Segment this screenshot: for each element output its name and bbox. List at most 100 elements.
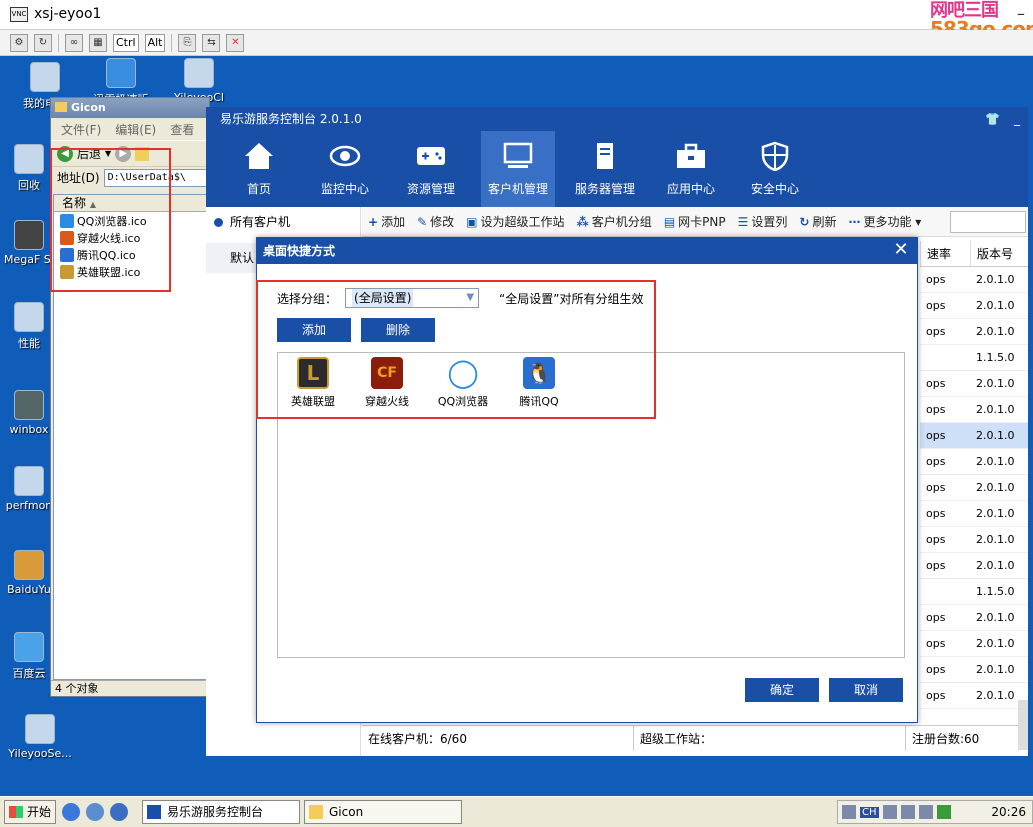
group-icon: ⁂: [576, 214, 589, 229]
options-icon[interactable]: ⚙: [10, 33, 28, 52]
start-button[interactable]: 开始: [4, 800, 56, 824]
clipboard-icon[interactable]: ⎘: [178, 33, 197, 52]
nic-pnp-button[interactable]: ▤ 网卡PNP: [664, 213, 726, 230]
refresh-icon[interactable]: ↻: [34, 33, 52, 52]
sidebar-item-all-clients[interactable]: 所有客户机: [206, 207, 360, 237]
column-header-rate[interactable]: 速率: [920, 241, 970, 266]
table-row[interactable]: ops 2.0.1.0: [920, 371, 1028, 397]
task-console[interactable]: 易乐游服务控制台: [142, 800, 300, 824]
table-row[interactable]: ops 2.0.1.0: [920, 553, 1028, 579]
explorer-titlebar: Gicon: [51, 98, 209, 118]
set-columns-button[interactable]: ☰ 设置列: [738, 213, 788, 230]
online-clients-status: 在线客户机：6/60: [362, 726, 634, 751]
console-title: 易乐游服务控制台 2.0.1.0: [220, 112, 362, 126]
scrollbar[interactable]: [1018, 700, 1028, 750]
desktop-icon-baiduyun[interactable]: 百度云: [6, 632, 52, 681]
nav-server[interactable]: 服务器管理: [568, 131, 642, 207]
cell-rate: ops: [926, 429, 946, 442]
dialog-titlebar: 桌面快捷方式 ✕: [257, 238, 917, 264]
desktop-icon-winbox[interactable]: winbox: [4, 390, 54, 436]
cell-rate: ops: [926, 507, 946, 520]
table-row[interactable]: ops 2.0.1.0: [920, 449, 1028, 475]
table-row[interactable]: ops 2.0.1.0: [920, 605, 1028, 631]
nav-app[interactable]: 应用中心: [658, 131, 724, 207]
folder-icon: [55, 102, 67, 112]
keyboard-icon[interactable]: ▦: [89, 33, 107, 52]
close-icon[interactable]: ✕: [891, 240, 911, 260]
refresh-button[interactable]: ↻ 刷新: [799, 213, 836, 230]
table-row[interactable]: ops 2.0.1.0: [920, 501, 1028, 527]
desktop-icon-recycle[interactable]: 回收: [6, 144, 52, 193]
windows-logo-icon: [9, 806, 23, 818]
cell-version: 2.0.1.0: [976, 429, 1015, 442]
pencil-icon: ✎: [417, 214, 428, 229]
add-button[interactable]: + 添加: [368, 213, 405, 230]
desktop-icon-perfmon[interactable]: perfmon: [4, 466, 54, 512]
tray-lang[interactable]: CH: [860, 806, 879, 818]
super-workstation-status: 超级工作站：: [634, 726, 906, 751]
table-row[interactable]: ops 2.0.1.0: [920, 657, 1028, 683]
cell-rate: ops: [926, 273, 946, 286]
table-row[interactable]: 1.1.5.0: [920, 579, 1028, 605]
table-row[interactable]: ops 2.0.1.0: [920, 267, 1028, 293]
tray-app-icon[interactable]: [842, 805, 856, 819]
desktop-icon-baiduyun-setup[interactable]: BaiduYu: [4, 550, 54, 596]
edit-button[interactable]: ✎ 修改: [417, 213, 454, 230]
nav-client[interactable]: 客户机管理: [481, 131, 555, 207]
tray-battery-icon[interactable]: [936, 805, 951, 819]
table-row[interactable]: ops 2.0.1.0: [920, 423, 1028, 449]
table-row[interactable]: ops 2.0.1.0: [920, 475, 1028, 501]
ctrl-key-button[interactable]: Ctrl: [113, 33, 139, 52]
search-input[interactable]: [950, 211, 1026, 233]
cell-rate: ops: [926, 533, 946, 546]
minimize-icon[interactable]: _: [1014, 107, 1020, 131]
nav-resource[interactable]: 资源管理: [398, 131, 464, 207]
table-row[interactable]: 1.1.5.0: [920, 345, 1028, 371]
table-row[interactable]: ops 2.0.1.0: [920, 527, 1028, 553]
table-row[interactable]: ops 2.0.1.0: [920, 683, 1028, 709]
tray-volume-icon[interactable]: [918, 805, 933, 819]
menu-edit[interactable]: 编辑(E): [115, 121, 156, 138]
desktop-icon-mega[interactable]: MegaF Stora: [4, 220, 73, 266]
tray-network-icon[interactable]: [882, 805, 897, 819]
ok-button[interactable]: 确定: [745, 678, 819, 702]
minimize-icon[interactable]: –: [1017, 4, 1025, 23]
nav-security[interactable]: 安全中心: [742, 131, 808, 207]
drive-icon: [14, 220, 44, 250]
nav-home[interactable]: 首页: [226, 131, 292, 207]
explorer-status: 4 个对象: [51, 680, 209, 696]
task-explorer[interactable]: Gicon: [304, 800, 462, 824]
desktop-icon[interactable]: [110, 803, 128, 821]
menu-view[interactable]: 查看: [170, 121, 194, 138]
set-super-workstation-button[interactable]: ▣ 设为超级工作站: [466, 213, 564, 230]
connection-icon[interactable]: ∞: [65, 33, 83, 52]
cell-version: 2.0.1.0: [976, 663, 1015, 676]
nav-monitor[interactable]: 监控中心: [312, 131, 378, 207]
more-functions-button[interactable]: ⋯ 更多功能 ▾: [848, 213, 921, 230]
column-header-version[interactable]: 版本号: [970, 241, 1028, 266]
toolbar-divider: [171, 33, 173, 52]
cloud-icon: [14, 632, 44, 662]
table-row[interactable]: ops 2.0.1.0: [920, 293, 1028, 319]
transfer-icon[interactable]: ⇆: [202, 33, 221, 52]
ie-icon[interactable]: [62, 803, 80, 821]
cancel-button[interactable]: 取消: [829, 678, 903, 702]
table-row[interactable]: ops 2.0.1.0: [920, 631, 1028, 657]
client-group-button[interactable]: ⁂ 客户机分组: [577, 213, 652, 230]
highlight-box-explorer: [50, 148, 171, 292]
tray-monitor-icon[interactable]: [900, 805, 915, 819]
disconnect-icon[interactable]: ✕: [226, 33, 245, 52]
desktop-icon-performance[interactable]: 性能: [6, 302, 52, 351]
highlight-box-dialog: [256, 280, 656, 419]
table-row[interactable]: ops 2.0.1.0: [920, 319, 1028, 345]
menu-file[interactable]: 文件(F): [61, 121, 101, 138]
table-header: 速率 版本号: [920, 241, 1028, 267]
desktop-icon-yileyoo-server[interactable]: YileyooSe...: [4, 714, 76, 760]
alt-key-button[interactable]: Alt: [144, 33, 166, 52]
gamepad-icon: [417, 147, 445, 165]
cell-rate: [920, 579, 970, 604]
explorer-icon[interactable]: [86, 803, 104, 821]
vnc-window-title: xsj-eyoo1: [34, 6, 102, 22]
shirt-icon[interactable]: 👕: [985, 107, 1000, 131]
table-row[interactable]: ops 2.0.1.0: [920, 397, 1028, 423]
